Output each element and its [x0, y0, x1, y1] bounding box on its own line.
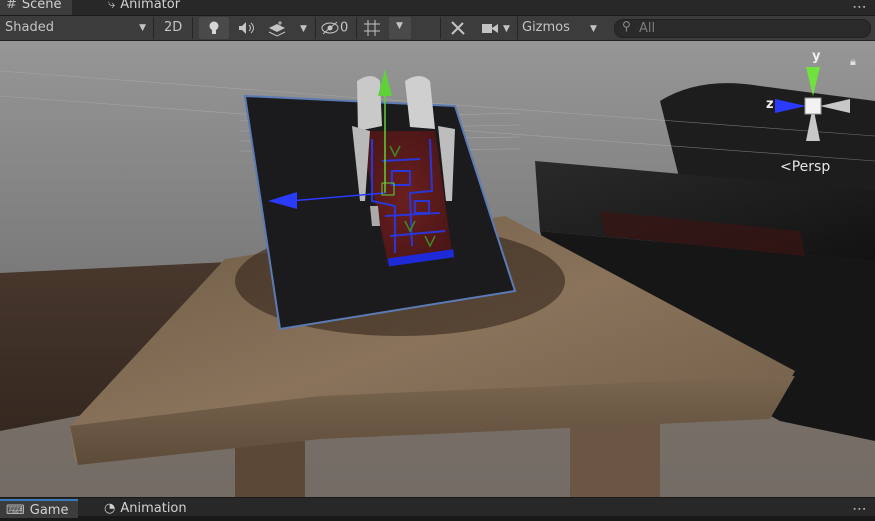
search-icon: ⚲ [622, 19, 631, 33]
lock-icon[interactable]: 🔒︎ [850, 55, 856, 69]
more-options-icon[interactable]: ⋮ [851, 502, 867, 515]
layers-effects-icon [268, 21, 286, 37]
y-axis-label: y [812, 49, 821, 64]
chevron-down-icon: ▼ [590, 24, 597, 34]
top-tab-bar: # Scene ⤷ Animator ⋮ [0, 0, 875, 16]
effects-toggle[interactable] [266, 18, 288, 38]
grid-dropdown[interactable]: ▼ [389, 17, 411, 39]
effects-dropdown[interactable]: ▼ [300, 18, 307, 38]
chevron-down-icon: ▼ [139, 23, 146, 33]
animator-icon: ⤷ [108, 0, 116, 12]
draw-mode-dropdown[interactable]: Shaded ▼ [5, 18, 148, 38]
scene-viewport[interactable]: y z 🔒︎ <Persp [0, 41, 875, 497]
tab-animator[interactable]: ⤷ Animator [102, 0, 190, 15]
tab-animation-label: Animation [120, 501, 187, 516]
tab-game[interactable]: ⌨ Game [0, 499, 79, 518]
hidden-count: 0 [340, 20, 349, 36]
z-axis-label: z [766, 97, 774, 112]
scene-render [0, 41, 875, 497]
lightbulb-icon [209, 21, 219, 34]
bottom-tab-bar: ⌨ Game ◔ Animation ⋮ [0, 497, 875, 518]
persp-chevron-icon: < [780, 159, 792, 175]
eye-slash-icon [321, 21, 339, 35]
more-options-icon[interactable]: ⋮ [851, 0, 867, 13]
tools-icon [451, 21, 465, 35]
speaker-icon [239, 22, 254, 34]
toggle-2d-label: 2D [164, 20, 183, 35]
toggle-2d-button[interactable]: 2D [164, 18, 182, 38]
tools-toggle[interactable] [448, 18, 468, 38]
draw-mode-value: Shaded [5, 20, 54, 35]
audio-toggle[interactable] [236, 18, 256, 38]
grid-icon [364, 20, 380, 36]
projection-label: Persp [791, 159, 831, 175]
tab-animator-label: Animator [120, 0, 181, 12]
orientation-gizmo[interactable]: y z [766, 49, 860, 146]
scene-toolbar: Shaded ▼ 2D ▼ 0 ▼ ▼ Gizmos ▼ ⚲ All [0, 16, 875, 41]
gizmos-dropdown[interactable]: ▼ [590, 18, 597, 38]
hash-icon: # [6, 0, 17, 12]
lighting-toggle[interactable] [199, 17, 229, 39]
tab-animation[interactable]: ◔ Animation [98, 499, 197, 516]
chevron-down-icon: ▼ [396, 21, 403, 31]
gizmos-label: Gizmos [522, 20, 570, 35]
gamepad-icon: ⌨ [6, 503, 25, 518]
clock-icon: ◔ [104, 501, 116, 516]
chevron-down-icon: ▼ [503, 24, 510, 34]
tab-scene[interactable]: # Scene [0, 0, 72, 15]
chevron-down-icon: ▼ [300, 24, 307, 34]
camera-icon [482, 24, 498, 33]
gizmos-toggle[interactable]: Gizmos [522, 18, 570, 38]
camera-toggle[interactable] [480, 18, 500, 38]
tab-game-label: Game [29, 503, 69, 518]
camera-dropdown[interactable]: ▼ [503, 18, 510, 38]
grid-toggle[interactable] [362, 18, 382, 38]
tab-scene-label: Scene [21, 0, 62, 12]
search-input[interactable]: ⚲ All [614, 19, 871, 38]
axis-gizmo-icon [775, 67, 850, 141]
hidden-objects-toggle[interactable]: 0 [320, 18, 348, 38]
projection-toggle[interactable]: <Persp [780, 159, 830, 175]
search-placeholder: All [639, 21, 656, 36]
